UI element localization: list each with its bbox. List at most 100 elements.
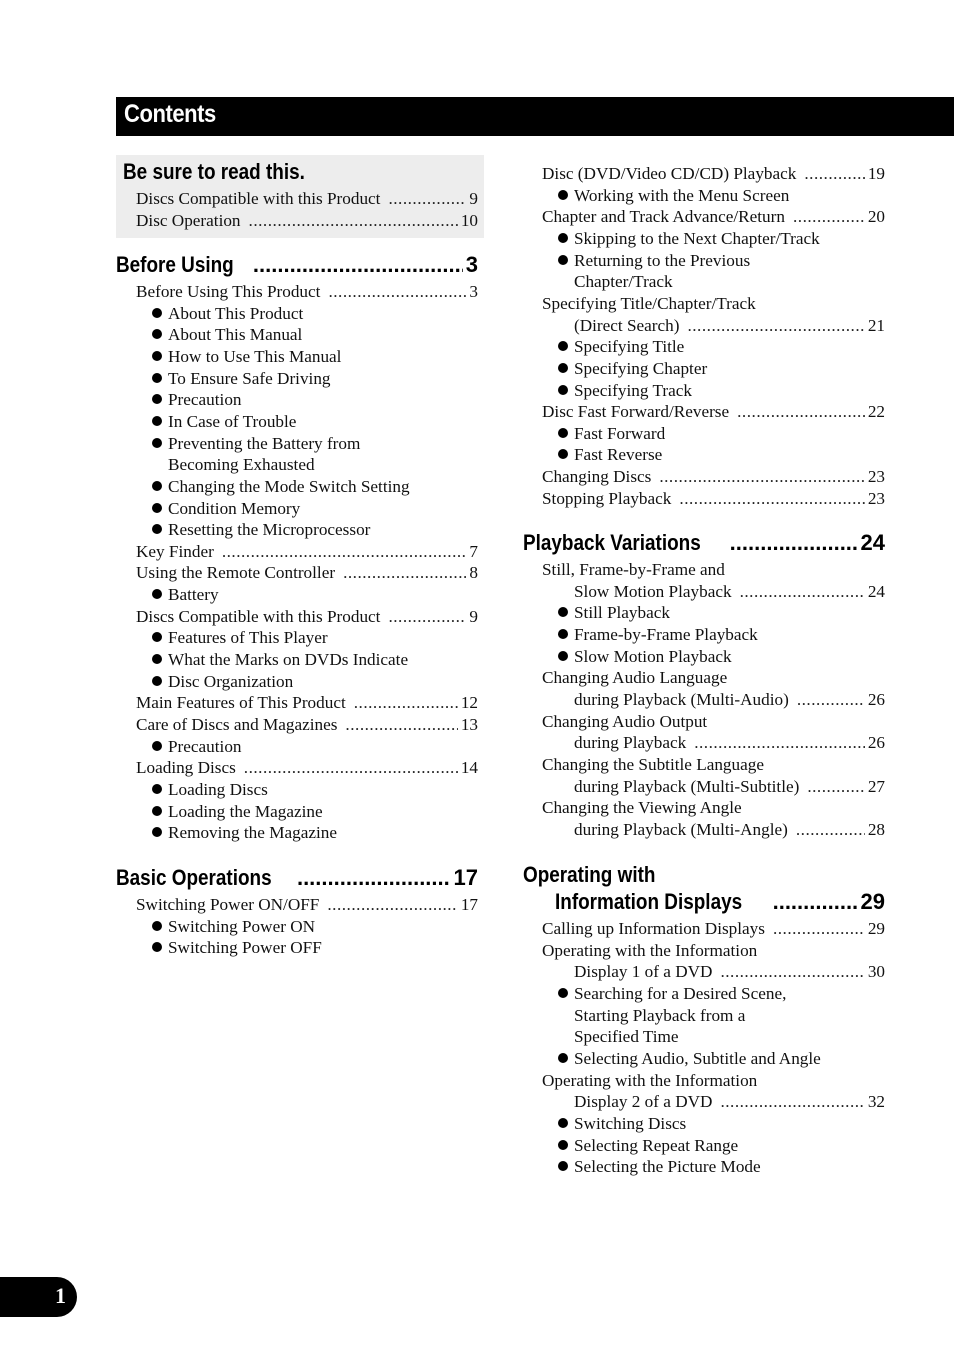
section-playback-variations[interactable]: Playback Variations ....................… [523, 529, 885, 557]
toc-bullet-item: Fast Forward [558, 423, 665, 445]
toc-entry[interactable]: during Playback (Multi-Subtitle)........… [574, 776, 885, 798]
bullet-icon [152, 350, 162, 361]
toc-label: Fast Reverse [574, 445, 663, 465]
toc-page-number: 13 [460, 715, 478, 734]
toc-entry[interactable]: Care of Discs and Magazines.............… [136, 714, 478, 736]
toc-page-number: 23 [867, 467, 885, 487]
toc-bullet-item: Disc Organization [152, 671, 293, 693]
toc-bullet-item: Loading Discs [152, 779, 268, 801]
be-sure-heading: Be sure to read this. [123, 159, 305, 184]
toc-entry[interactable]: during Playback (Multi-Angle)...........… [574, 819, 885, 841]
page-number-tab: 1 [0, 1277, 77, 1317]
toc-bullet-item: About This Manual [152, 324, 302, 346]
toc-bullet-item: In Case of Trouble [152, 411, 296, 433]
toc-bullet-item: Specifying Chapter [558, 358, 707, 380]
toc-label: Chapter/Track [574, 272, 673, 292]
toc-entry[interactable]: Main Features of This Product...........… [136, 692, 478, 714]
toc-bullet-item: Selecting the Picture Mode [558, 1156, 761, 1178]
section-basic-operations[interactable]: Basic Operations .......................… [116, 864, 478, 892]
toc-label: Working with the Menu Screen [574, 185, 790, 205]
toc-label: Care of Discs and Magazines [136, 715, 338, 734]
section-operating-info-line2[interactable]: Information Displays ...................… [555, 888, 885, 916]
bullet-icon [152, 502, 162, 513]
bullet-icon [558, 341, 568, 352]
toc-entry[interactable]: during Playback (Multi-Audio)...........… [574, 689, 885, 711]
section-operating-info-line1[interactable]: Operating with [523, 861, 677, 889]
toc-page-number: 23 [867, 488, 885, 508]
toc-label: Changing Discs [542, 467, 652, 487]
toc-bullet-item: About This Product [152, 303, 303, 325]
toc-bullet-item: Frame-by-Frame Playback [558, 624, 758, 646]
toc-label: Skipping to the Next Chapter/Track [574, 228, 820, 248]
toc-label: Searching for a Desired Scene, [574, 983, 787, 1003]
dot-leader: ........................................… [720, 962, 865, 982]
bullet-icon [558, 427, 568, 438]
toc-label: Changing Audio Language [542, 668, 728, 688]
bullet-icon [152, 654, 162, 665]
toc-entry[interactable]: Stopping Playback.......................… [542, 488, 885, 510]
toc-entry[interactable]: Chapter and Track Advance/Return........… [542, 206, 885, 228]
toc-label: during Playback (Multi-Angle) [574, 819, 788, 839]
toc-label: About This Manual [168, 325, 303, 345]
toc-label: Fast Forward [574, 423, 666, 443]
toc-entry[interactable]: Slow Motion Playback....................… [574, 581, 885, 603]
toc-label: About This Product [168, 303, 304, 323]
toc-label: What the Marks on DVDs Indicate [168, 650, 409, 670]
toc-label: Using the Remote Controller [136, 563, 336, 583]
dot-leader: ........................................… [343, 563, 466, 583]
bullet-icon [152, 329, 162, 340]
dot-leader: ........................................… [796, 689, 865, 709]
toc-entry[interactable]: Disc Fast Forward/Reverse...............… [542, 401, 885, 423]
toc-entry[interactable]: Display 2 of a DVD......................… [574, 1091, 885, 1113]
bullet-icon [558, 987, 568, 998]
toc-label: Main Features of This Product [136, 693, 346, 713]
toc-bullet-item: Switching Power OFF [152, 937, 322, 959]
toc-label: Specifying Title [574, 337, 685, 357]
dot-leader: ........................................… [388, 606, 467, 626]
toc-entry[interactable]: Changing Discs..........................… [542, 466, 885, 488]
toc-label: Selecting the Picture Mode [574, 1157, 761, 1177]
toc-label: Changing Audio Output [542, 711, 708, 731]
toc-label: Display 2 of a DVD [574, 1092, 713, 1112]
dot-leader: ........................................… [221, 541, 467, 561]
toc-entry[interactable]: Display 1 of a DVD......................… [574, 961, 885, 983]
dot-leader: ........................................… [792, 207, 865, 227]
toc-entry[interactable]: Disc Operation..........................… [136, 210, 478, 232]
toc-entry[interactable]: Key Finder..............................… [136, 541, 478, 563]
toc-label: during Playback (Multi-Audio) [574, 689, 789, 709]
toc-page-number: 3 [469, 282, 478, 301]
toc-bullet-item: Slow Motion Playback [558, 646, 732, 668]
bullet-icon [152, 589, 162, 600]
toc-entry[interactable]: Discs Compatible with this Product......… [136, 606, 478, 628]
toc-bullet-item: Selecting Audio, Subtitle and Angle [558, 1048, 821, 1070]
toc-entry[interactable]: Discs Compatible with this Product......… [136, 188, 478, 210]
toc-label: Disc Organization [168, 671, 294, 691]
toc-text-line: Changing Audio Output [542, 711, 707, 733]
toc-page-number: 12 [460, 693, 478, 713]
toc-label: Changing the Mode Switch Setting [168, 476, 410, 496]
bullet-icon [152, 394, 162, 405]
toc-text-line: Specifying Title/Chapter/Track [542, 293, 756, 315]
toc-entry[interactable]: Switching Power ON/OFF..................… [136, 894, 478, 916]
bullet-icon [558, 362, 568, 373]
toc-label: Removing the Magazine [168, 823, 337, 843]
dot-leader: ........................................… [694, 733, 865, 753]
bullet-icon [152, 632, 162, 643]
toc-page-number: 27 [867, 776, 885, 796]
toc-bullet-item: Fast Reverse [558, 444, 662, 466]
toc-entry[interactable]: during Playback.........................… [574, 732, 885, 754]
toc-label: Preventing the Battery from [168, 433, 361, 453]
toc-text-line: Still, Frame-by-Frame and [542, 559, 725, 581]
toc-entry[interactable]: Loading Discs...........................… [136, 757, 478, 779]
toc-entry[interactable]: Using the Remote Controller.............… [136, 562, 478, 584]
toc-label: Precaution [168, 390, 242, 410]
toc-entry[interactable]: (Direct Search).........................… [574, 315, 885, 337]
toc-entry[interactable]: Disc (DVD/Video CD/CD) Playback.........… [542, 163, 885, 185]
bullet-icon [558, 384, 568, 395]
toc-page-number: 26 [867, 689, 885, 709]
toc-label: Specifying Chapter [574, 358, 708, 378]
toc-entry[interactable]: Before Using This Product...............… [136, 281, 478, 303]
section-before-using[interactable]: Before Using ...........................… [116, 251, 478, 279]
toc-entry[interactable]: Calling up Information Displays.........… [542, 918, 885, 940]
toc-page-number: 20 [867, 207, 885, 227]
